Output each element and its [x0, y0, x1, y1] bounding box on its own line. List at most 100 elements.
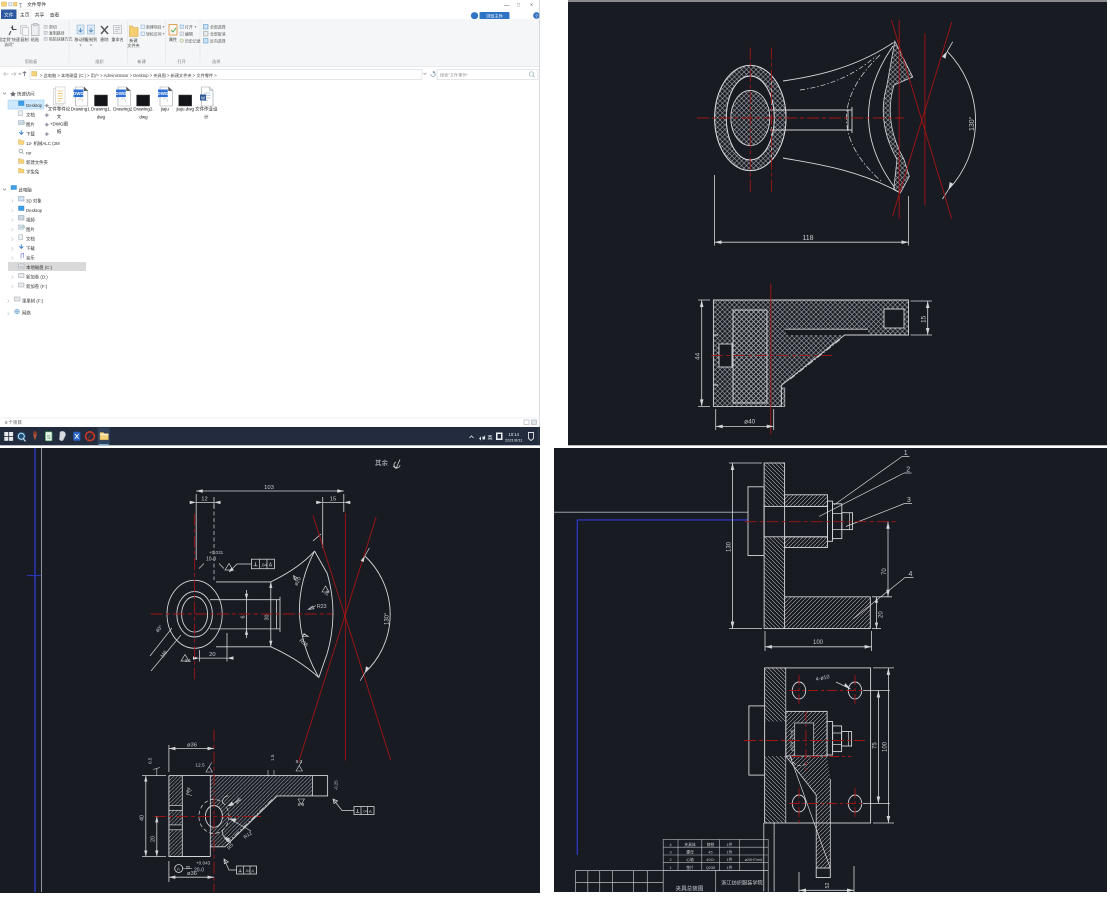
svg-text:4: 4: [909, 571, 913, 578]
svg-text:R23: R23: [317, 604, 327, 610]
svg-text:40Cr: 40Cr: [706, 858, 715, 862]
svg-text:.04: .04: [261, 562, 267, 567]
svg-text:DWG: DWG: [116, 91, 127, 96]
svg-text:40: 40: [139, 815, 145, 821]
svg-text:+0.043: +0.043: [196, 861, 211, 866]
svg-text:W: W: [201, 95, 205, 100]
svg-text:编辑: 编辑: [185, 32, 193, 37]
svg-text:> 此电脑 > 本地磁盘 (C:) > 用户 > Admin: > 此电脑 > 本地磁盘 (C:) > 用户 > Administrator >…: [40, 72, 217, 79]
svg-text:轻松访问: 轻松访问: [146, 32, 162, 37]
svg-text:6: 6: [241, 616, 247, 619]
svg-text:文件: 文件: [4, 11, 14, 18]
svg-text:1件: 1件: [727, 842, 733, 847]
svg-text:全部取消: 全部取消: [210, 32, 226, 37]
svg-text:1件: 1件: [727, 857, 733, 862]
svg-text:复制路径: 复制路径: [49, 31, 65, 36]
svg-text:dwg: dwg: [139, 115, 148, 120]
svg-text:1: 1: [669, 866, 671, 870]
svg-text:历史记录: 历史记录: [185, 39, 201, 44]
svg-text:果果树 (F:): 果果树 (F:): [22, 298, 44, 305]
svg-text:Drawing1.: Drawing1.: [91, 107, 111, 112]
svg-text:快速访问: 快速访问: [17, 91, 35, 98]
svg-text:文件零件: 文件零件: [27, 1, 46, 8]
svg-text:-0.25: -0.25: [334, 780, 339, 790]
svg-text:螺母: 螺母: [686, 850, 694, 855]
svg-text:夹具总装图: 夹具总装图: [676, 885, 704, 893]
svg-text:70: 70: [882, 568, 888, 575]
svg-text:图片: 图片: [26, 121, 35, 128]
svg-text:100: 100: [882, 741, 888, 752]
svg-text:Q235: Q235: [706, 866, 715, 870]
svg-text:10-0: 10-0: [206, 557, 216, 563]
svg-text:2: 2: [906, 467, 910, 474]
svg-text:主页: 主页: [20, 11, 30, 18]
svg-text:1件: 1件: [727, 865, 733, 870]
svg-text:英: 英: [488, 435, 493, 442]
svg-text:文档: 文档: [26, 236, 35, 243]
svg-text:Desktop: Desktop: [26, 103, 43, 108]
svg-text:属性: 属性: [169, 36, 177, 42]
svg-text:4: 4: [669, 843, 671, 847]
svg-text:52: 52: [825, 883, 831, 889]
svg-text:文: 文: [57, 113, 62, 120]
svg-text:反向选择: 反向选择: [210, 39, 226, 44]
svg-text:.04: .04: [245, 868, 251, 873]
svg-text:剪贴板: 剪贴板: [25, 58, 38, 65]
svg-text:12.5: 12.5: [195, 763, 205, 769]
svg-text:45: 45: [708, 851, 712, 855]
svg-text:浏览主件: 浏览主件: [486, 13, 503, 20]
svg-text:浙江纺织服装学院: 浙江纺织服装学院: [721, 879, 763, 887]
svg-text:垫片: 垫片: [686, 865, 694, 870]
svg-text:2: 2: [669, 858, 671, 862]
svg-text:此电脑: 此电脑: [19, 187, 33, 194]
svg-text:选择: 选择: [212, 58, 221, 65]
svg-text:130°: 130°: [385, 612, 391, 625]
svg-text:130: 130: [726, 541, 732, 552]
svg-text:.04: .04: [362, 809, 368, 814]
svg-text:下载: 下载: [26, 245, 35, 252]
svg-text:ø36: ø36: [187, 743, 197, 749]
svg-text:Drawing2.: Drawing2.: [133, 107, 153, 112]
svg-text:铸铁: 铸铁: [707, 842, 715, 847]
svg-text:1: 1: [904, 450, 908, 457]
svg-text:组织: 组织: [95, 58, 103, 65]
svg-text:学兔兔: 学兔兔: [26, 169, 40, 176]
svg-text:15: 15: [921, 315, 928, 323]
svg-text:计: 计: [204, 114, 209, 121]
svg-text:打开: 打开: [185, 25, 193, 30]
svg-text:×: ×: [530, 3, 533, 9]
svg-text:0.5: 0.5: [148, 757, 153, 764]
svg-text:复制到: 复制到: [85, 36, 97, 42]
svg-text:Drawing1: Drawing1: [71, 107, 91, 112]
svg-text:复制: 复制: [20, 36, 28, 42]
svg-text:20: 20: [209, 652, 215, 658]
svg-text:rar: rar: [26, 151, 32, 156]
svg-text:访问": 访问": [4, 41, 14, 47]
svg-text:Desktop: Desktop: [26, 208, 43, 213]
svg-text:视频: 视频: [26, 217, 35, 224]
svg-text:纸: 纸: [57, 128, 62, 135]
svg-text:新加卷 (D:): 新加卷 (D:): [26, 274, 48, 281]
svg-text:搜索"文件零件": 搜索"文件零件": [440, 72, 469, 79]
svg-text:新加卷 (F:): 新加卷 (F:): [26, 283, 48, 290]
svg-text:音乐: 音乐: [26, 255, 35, 262]
svg-text:75: 75: [872, 742, 878, 749]
svg-text:ø40: ø40: [744, 419, 756, 426]
svg-text:图片: 图片: [26, 226, 35, 233]
svg-text:新建文件夹: 新建文件夹: [26, 159, 49, 166]
svg-text:103: 103: [264, 485, 274, 491]
svg-text:1件: 1件: [727, 850, 733, 855]
svg-text:100: 100: [813, 640, 824, 646]
svg-text:粘贴: 粘贴: [31, 36, 39, 42]
svg-text:1.5: 1.5: [270, 754, 275, 761]
svg-text:3D 对象: 3D 对象: [26, 198, 42, 204]
svg-text:文件零件论: 文件零件论: [48, 106, 71, 113]
svg-text:10:14: 10:14: [509, 432, 520, 437]
svg-text:DWG: DWG: [73, 91, 84, 96]
svg-text:下载: 下载: [26, 131, 35, 138]
svg-text:2021/6/11: 2021/6/11: [505, 438, 523, 443]
svg-text:其余: 其余: [375, 458, 389, 467]
svg-text:全部选择: 全部选择: [210, 25, 226, 30]
svg-text:打开: 打开: [177, 58, 185, 65]
svg-text:?: ?: [535, 14, 538, 19]
